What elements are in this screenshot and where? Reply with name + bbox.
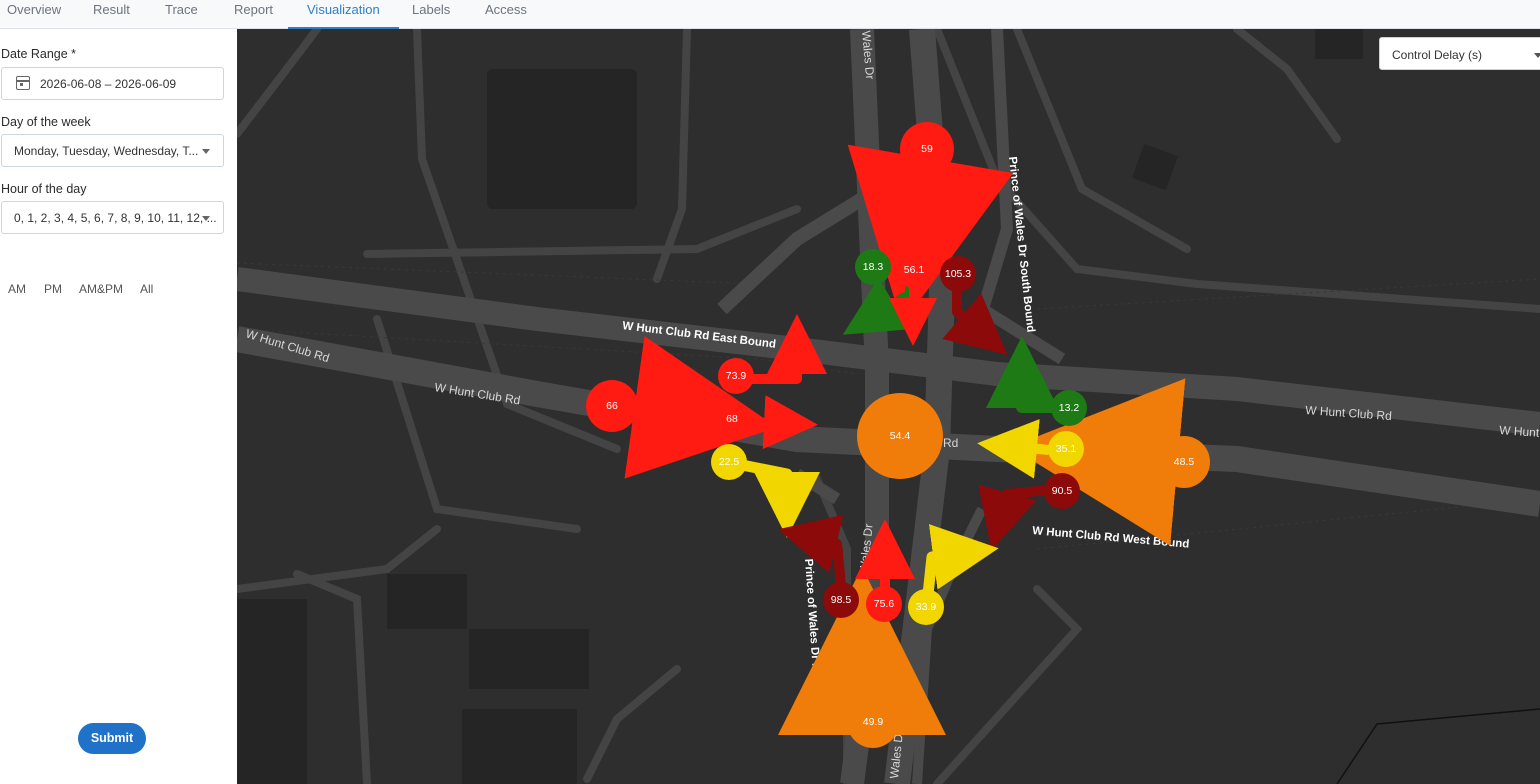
chevron-down-icon — [202, 149, 210, 154]
arrow-wb-left — [978, 484, 1050, 551]
tab-overview[interactable]: Overview — [7, 0, 61, 29]
label-sb: Prince of Wales Dr South Bound — [1006, 156, 1036, 333]
hour-of-day-value: 0, 1, 2, 3, 4, 5, 6, 7, 8, 9, 10, 11, 12… — [14, 211, 217, 225]
quick-pm-button[interactable]: PM — [44, 282, 62, 296]
wb-total-value: 48.5 — [1174, 456, 1195, 468]
eb-total-value: 66 — [606, 400, 618, 412]
tab-report[interactable]: Report — [234, 0, 273, 29]
day-of-week-label: Day of the week — [1, 115, 91, 129]
tab-visualization[interactable]: Visualization — [288, 0, 399, 29]
label-hunt-east-2: W Hunt — [1499, 423, 1540, 440]
eb-right-value: 22.5 — [719, 456, 740, 468]
tab-result[interactable]: Result — [93, 0, 130, 29]
arrow-wb-thru — [977, 418, 1050, 479]
submit-button[interactable]: Submit — [78, 723, 146, 754]
eb-thru-value: 68 — [726, 413, 738, 425]
nb-total-value: 49.9 — [863, 716, 884, 728]
building-block — [462, 709, 577, 784]
building-block — [237, 599, 307, 784]
building-block — [469, 629, 589, 689]
building-block — [387, 574, 467, 629]
day-of-week-value: Monday, Tuesday, Wednesday, T... — [14, 144, 199, 158]
hour-of-day-label: Hour of the day — [1, 182, 87, 196]
tab-trace[interactable]: Trace — [165, 0, 198, 29]
date-range-picker[interactable]: 2026-06-08 – 2026-06-09 — [1, 67, 224, 100]
tab-labels[interactable]: Labels — [412, 0, 450, 29]
nb-thru-value: 75.6 — [874, 598, 895, 610]
label-rd-fragment: Rd — [943, 436, 958, 450]
metric-select[interactable]: Control Delay (s) — [1379, 37, 1540, 70]
arrow-eb-total — [624, 336, 778, 479]
building-block — [1131, 143, 1179, 191]
wb-right-value: 13.2 — [1059, 402, 1080, 414]
hour-of-day-select[interactable]: 0, 1, 2, 3, 4, 5, 6, 7, 8, 9, 10, 11, 12… — [1, 201, 224, 234]
quick-am-button[interactable]: AM — [8, 282, 26, 296]
filter-sidebar: Date Range * 2026-06-08 – 2026-06-09 Day… — [0, 29, 237, 784]
building-block — [1315, 29, 1363, 59]
wb-thru-value: 35.1 — [1056, 443, 1077, 455]
sb-thru-value: 56.1 — [904, 264, 925, 276]
tab-bar: Overview Result Trace Report Visualizati… — [0, 0, 1540, 29]
map-view[interactable]: W Hunt Club Rd East Bound W Hunt Club Rd… — [237, 29, 1540, 784]
chevron-down-icon — [1534, 53, 1540, 58]
center-delay-value: 54.4 — [890, 430, 911, 442]
label-wb: W Hunt Club Rd West Bound — [1032, 525, 1190, 551]
arrow-sb-left — [942, 287, 1008, 355]
arrow-sb-total — [847, 144, 1014, 325]
chevron-down-icon — [202, 216, 210, 221]
sb-left-value: 105.3 — [945, 268, 971, 280]
building-block — [487, 69, 637, 209]
calendar-icon — [16, 76, 30, 90]
eb-left-value: 73.9 — [726, 370, 747, 382]
day-of-week-select[interactable]: Monday, Tuesday, Wednesday, T... — [1, 134, 224, 167]
label-nb: Prince of Wales Dr North Bound — [802, 558, 826, 733]
quick-am-pm-button[interactable]: AM&PM — [79, 282, 123, 296]
quick-all-button[interactable]: All — [140, 282, 153, 296]
date-range-label: Date Range * — [1, 47, 77, 61]
nb-left-value: 98.5 — [831, 594, 852, 606]
intersection-map: W Hunt Club Rd East Bound W Hunt Club Rd… — [237, 29, 1540, 784]
tab-access[interactable]: Access — [485, 0, 527, 29]
date-range-value: 2026-06-08 – 2026-06-09 — [40, 77, 177, 91]
wb-left-value: 90.5 — [1052, 485, 1073, 497]
sb-right-value: 18.3 — [863, 261, 884, 273]
sb-total-value: 59 — [921, 143, 933, 155]
nb-right-value: 33.9 — [916, 601, 937, 613]
metric-select-value: Control Delay (s) — [1392, 48, 1483, 62]
